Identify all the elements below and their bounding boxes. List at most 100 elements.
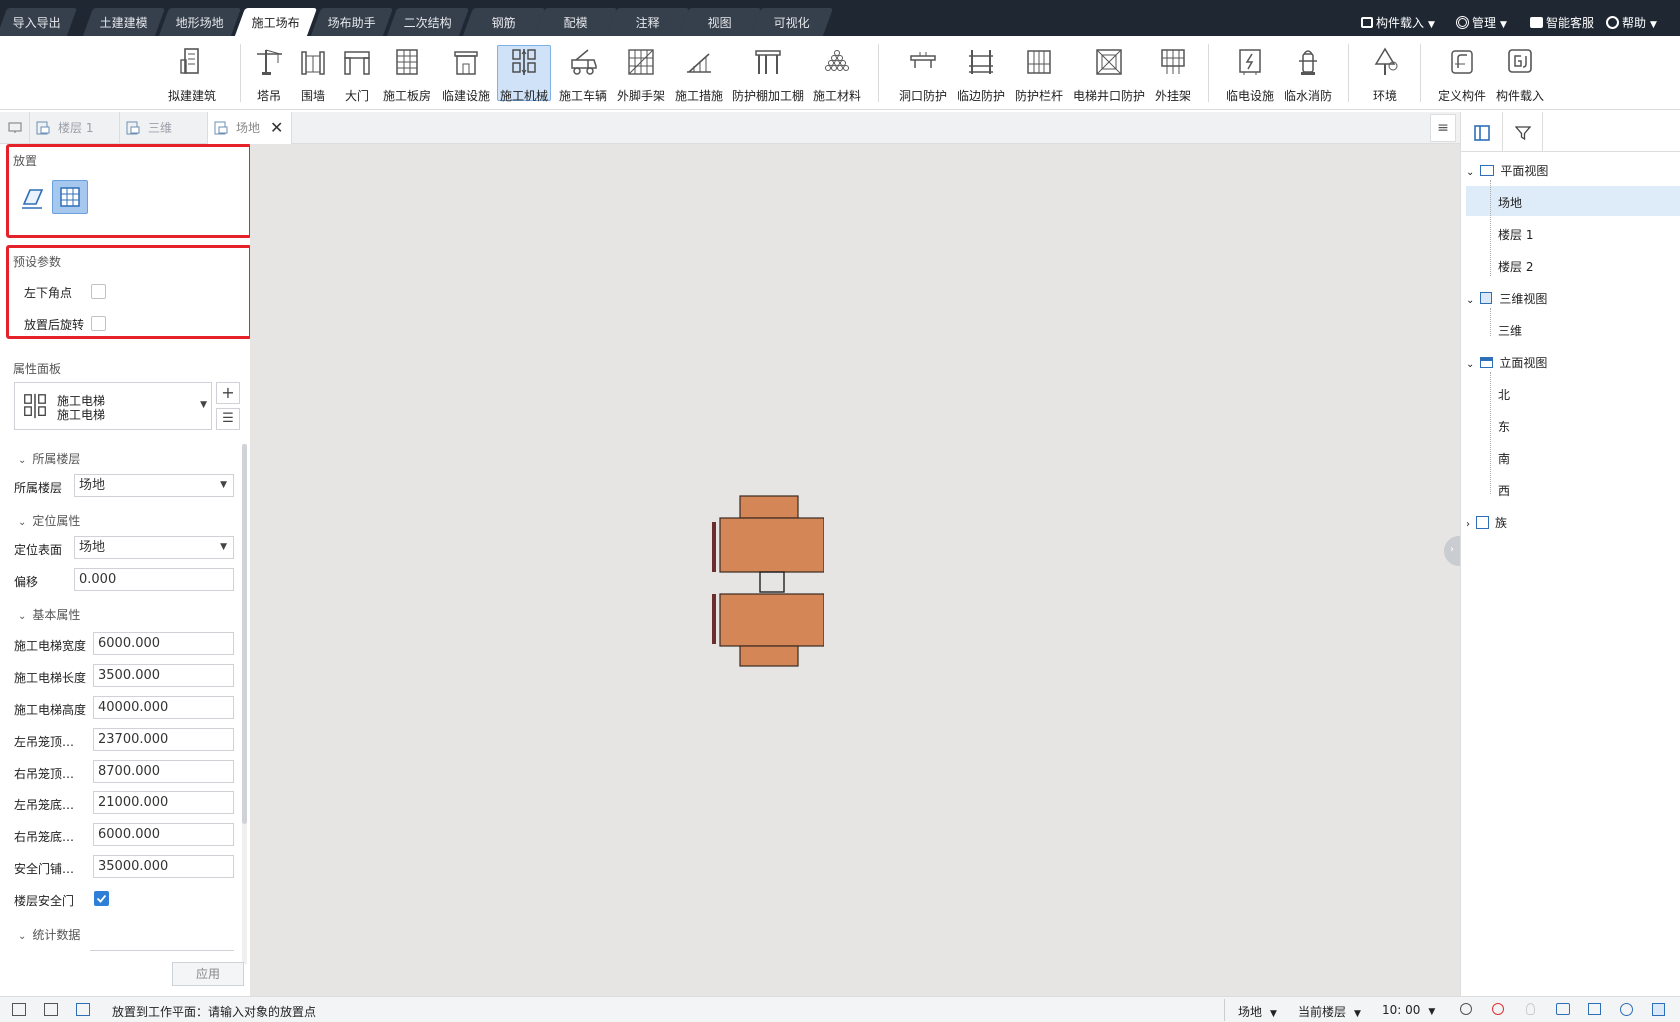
tool-guard-railing[interactable]: 防护栏杆 xyxy=(1012,46,1066,103)
drawing-canvas[interactable]: › xyxy=(250,144,1460,996)
property-input[interactable]: 23700.000 xyxy=(93,728,234,751)
property-input[interactable]: 21000.000 xyxy=(93,791,234,814)
type-list-button[interactable]: ☰ xyxy=(216,408,240,430)
tree-item-east[interactable]: 东 xyxy=(1498,418,1510,435)
property-input[interactable]: 6000.000 xyxy=(93,632,234,655)
sun-icon[interactable] xyxy=(1460,1003,1472,1015)
menu-tab-visualization[interactable]: 可视化 xyxy=(750,8,834,36)
tool-construction-machinery[interactable]: 施工机械 xyxy=(497,45,551,103)
tree-item-west[interactable]: 西 xyxy=(1498,482,1510,499)
tool-edge-protection[interactable]: 临边防护 xyxy=(954,46,1008,103)
status-floor-select[interactable]: 场地 ▼ xyxy=(1238,1003,1277,1020)
tab-3d[interactable]: 三维 xyxy=(120,112,208,144)
property-input[interactable]: 8700.000 xyxy=(93,760,234,783)
bottom-left-corner-checkbox[interactable] xyxy=(91,284,106,299)
menu-tab-civil-modeling[interactable]: 土建建模 xyxy=(82,8,166,36)
tool-site-office[interactable]: 施工板房 xyxy=(382,46,432,103)
construction-elevator-drawing[interactable] xyxy=(704,494,824,668)
property-input[interactable]: 3500.000 xyxy=(93,664,234,687)
menu-tab-layout-assistant[interactable]: 场布助手 xyxy=(310,8,394,36)
place-by-point-button[interactable] xyxy=(16,180,50,214)
add-type-button[interactable]: + xyxy=(216,382,240,404)
tree-node-family[interactable]: › 族 xyxy=(1466,514,1507,531)
menu-tab-secondary-structure[interactable]: 二次结构 xyxy=(386,8,470,36)
render-mode-icon[interactable] xyxy=(1556,1003,1570,1015)
group-basic[interactable]: ⌄ 基本属性 xyxy=(18,606,80,623)
grid-view-icon[interactable] xyxy=(1588,1003,1601,1015)
tool-construction-measures[interactable]: 施工措施 xyxy=(672,46,726,103)
tree-item-floor-2[interactable]: 楼层 2 xyxy=(1498,258,1533,275)
tree-item-floor-1[interactable]: 楼层 1 xyxy=(1498,226,1533,243)
tool-construction-materials[interactable]: 施工材料 xyxy=(810,46,864,103)
right-panel-collapse-handle[interactable]: › xyxy=(1444,536,1460,566)
tree-item-south[interactable]: 南 xyxy=(1498,450,1510,467)
property-input[interactable]: 6000.000 xyxy=(93,823,234,846)
tool-load-component[interactable]: 构件载入 xyxy=(1492,46,1548,103)
tree-node-3d-view[interactable]: ⌄ 三维视图 xyxy=(1466,290,1547,307)
rotate-after-place-checkbox[interactable] xyxy=(91,316,106,331)
tool-proposed-building[interactable]: 拟建建筑 xyxy=(164,46,220,103)
tool-temporary-facility[interactable]: 临建设施 xyxy=(440,46,492,103)
tool-construction-vehicle[interactable]: 施工车辆 xyxy=(556,46,610,103)
status-tool-icon-2[interactable] xyxy=(44,1003,58,1016)
light-bulb-icon[interactable] xyxy=(1526,1003,1535,1015)
close-icon[interactable]: ✕ xyxy=(270,112,283,144)
apply-button[interactable]: 应用 xyxy=(172,962,244,986)
tool-external-scaffold[interactable]: 外脚手架 xyxy=(614,46,668,103)
manage-menu[interactable]: 管理 ▼ xyxy=(1456,14,1507,31)
safety-door-checkbox[interactable] xyxy=(94,891,109,906)
property-input[interactable]: 35000.000 xyxy=(93,855,234,878)
tool-external-hanging-frame[interactable]: 外挂架 xyxy=(1150,46,1196,103)
floor-select[interactable]: 场地 ▼ xyxy=(74,474,234,497)
tool-opening-protection[interactable]: 洞口防护 xyxy=(896,46,950,103)
tool-gate[interactable]: 大门 xyxy=(340,46,374,103)
zoom-fit-icon[interactable] xyxy=(1620,1003,1633,1016)
help-menu[interactable]: 帮助 ▼ xyxy=(1606,14,1657,31)
tool-define-component[interactable]: 定义构件 xyxy=(1434,46,1490,103)
shadow-icon[interactable] xyxy=(1492,1003,1504,1015)
menu-tab-rebar[interactable]: 钢筋 xyxy=(462,8,546,36)
component-load-menu[interactable]: 构件载入 ▼ xyxy=(1361,14,1435,31)
tool-enclosure-wall[interactable]: 围墙 xyxy=(296,46,330,103)
browser-tab-views[interactable] xyxy=(1461,112,1503,152)
tree-item-site[interactable]: 场地 xyxy=(1498,194,1522,211)
tool-environment[interactable]: 环境 xyxy=(1368,46,1402,103)
tree-item-3d[interactable]: 三维 xyxy=(1498,322,1522,339)
tree-item-north[interactable]: 北 xyxy=(1498,386,1510,403)
tool-protective-shed[interactable]: 防护棚加工棚 xyxy=(732,46,804,103)
property-scrollbar[interactable] xyxy=(242,444,247,964)
property-input[interactable]: 40000.000 xyxy=(93,696,234,719)
tab-floor-1[interactable]: 楼层 1 xyxy=(30,112,120,144)
smart-service-button[interactable]: 智能客服 xyxy=(1530,14,1594,31)
tree-node-plan-view[interactable]: ⌄ 平面视图 xyxy=(1466,162,1548,179)
menu-tab-site-layout[interactable]: 施工场布 xyxy=(234,8,318,36)
status-scope-select[interactable]: 当前楼层 ▼ xyxy=(1298,1003,1361,1020)
status-ratio-select[interactable]: 10: 00 ▼ xyxy=(1382,1003,1435,1017)
menu-tab-formwork[interactable]: 配模 xyxy=(534,8,618,36)
menu-tab-import-export[interactable]: 导入导出 xyxy=(0,8,78,36)
menu-tab-view[interactable]: 视图 xyxy=(678,8,762,36)
tool-temporary-electric[interactable]: 临电设施 xyxy=(1224,46,1276,103)
tree-node-elevation-view[interactable]: ⌄ 立面视图 xyxy=(1466,354,1547,371)
tab-site[interactable]: 场地 ✕ xyxy=(208,112,292,144)
tab-strip-toggle[interactable] xyxy=(0,112,30,144)
menu-tab-terrain[interactable]: 地形场地 xyxy=(158,8,242,36)
offset-input[interactable]: 0.000 xyxy=(74,568,234,591)
status-tool-icon-1[interactable] xyxy=(12,1003,26,1016)
tool-elevator-shaft-protection[interactable]: 电梯井口防护 xyxy=(1072,46,1146,103)
group-position[interactable]: ⌄ 定位属性 xyxy=(18,512,80,529)
component-type-selector[interactable]: 施工电梯 施工电梯 ▼ xyxy=(14,382,212,430)
tool-tower-crane[interactable]: 塔吊 xyxy=(252,46,286,103)
status-tool-icon-3[interactable] xyxy=(76,1003,90,1016)
menu-tab-annotation[interactable]: 注释 xyxy=(606,8,690,36)
group-stats[interactable]: ⌄ 统计数据 xyxy=(18,926,80,943)
group-floor[interactable]: ⌄ 所属楼层 xyxy=(18,450,80,467)
tab-list-menu-button[interactable]: ≡ xyxy=(1430,114,1456,142)
view-cube-icon[interactable] xyxy=(1652,1003,1665,1016)
place-by-grid-button[interactable] xyxy=(52,180,88,214)
browser-tab-filter[interactable] xyxy=(1503,112,1543,152)
building-icon xyxy=(180,48,199,74)
scrollbar-thumb[interactable] xyxy=(242,444,247,824)
surface-select[interactable]: 场地 ▼ xyxy=(74,536,234,559)
tool-temporary-water-fire[interactable]: 临水消防 xyxy=(1282,46,1334,103)
